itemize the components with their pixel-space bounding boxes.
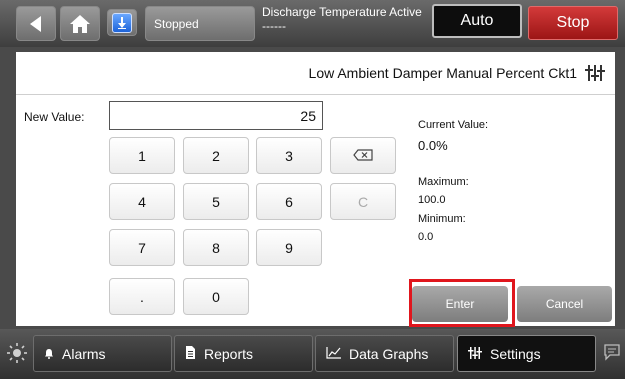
key-0[interactable]: 0 (183, 278, 249, 315)
tab-data-graphs[interactable]: Data Graphs (315, 335, 454, 372)
clear-key[interactable]: C (330, 183, 396, 220)
bottom-nav-bar: Alarms Reports Data Graphs Settings (0, 329, 625, 379)
settings-icon (585, 65, 605, 86)
tab-reports[interactable]: Reports (174, 335, 313, 372)
back-icon (29, 15, 43, 32)
key-9[interactable]: 9 (256, 229, 322, 266)
top-bar: Stopped Discharge Temperature Active ---… (0, 0, 625, 47)
tab-data-graphs-label: Data Graphs (349, 345, 429, 362)
key-7[interactable]: 7 (109, 229, 175, 266)
panel-header: Low Ambient Damper Manual Percent Ckt1 (16, 52, 615, 95)
home-icon (69, 14, 91, 34)
bell-icon (44, 346, 54, 362)
key-2[interactable]: 2 (183, 137, 249, 174)
tab-settings-label: Settings (490, 345, 541, 362)
tab-settings[interactable]: Settings (457, 335, 596, 372)
chat-icon[interactable] (603, 343, 621, 366)
key-4[interactable]: 4 (109, 183, 175, 220)
cancel-button[interactable]: Cancel (517, 286, 612, 322)
back-button[interactable] (16, 6, 56, 41)
current-value: 0.0% (418, 138, 448, 153)
key-6[interactable]: 6 (256, 183, 322, 220)
maximum-value: 100.0 (418, 194, 446, 206)
page-title: Low Ambient Damper Manual Percent Ckt1 (308, 65, 577, 81)
key-decimal[interactable]: . (109, 278, 175, 315)
discharge-value: ------ (262, 19, 286, 33)
key-8[interactable]: 8 (183, 229, 249, 266)
sun-icon[interactable] (6, 342, 28, 369)
new-value-label: New Value: (24, 110, 85, 124)
download-button[interactable] (107, 9, 137, 36)
unit-status-button[interactable]: Stopped (145, 6, 255, 41)
active-control-status: Discharge Temperature Active ------ (262, 5, 427, 43)
minimum-label: Minimum: (418, 213, 466, 225)
setting-edit-panel: Low Ambient Damper Manual Percent Ckt1 N… (16, 52, 615, 326)
new-value-input[interactable] (109, 101, 323, 130)
tab-alarms[interactable]: Alarms (33, 335, 172, 372)
report-icon (185, 345, 196, 362)
auto-button[interactable]: Auto (432, 4, 522, 38)
download-icon (112, 12, 132, 33)
key-1[interactable]: 1 (109, 137, 175, 174)
maximum-label: Maximum: (418, 176, 469, 188)
key-5[interactable]: 5 (183, 183, 249, 220)
settings-icon (468, 346, 482, 362)
key-3[interactable]: 3 (256, 137, 322, 174)
graph-icon (326, 346, 341, 362)
stop-button[interactable]: Stop (528, 6, 618, 40)
enter-button[interactable]: Enter (412, 286, 508, 322)
backspace-key[interactable] (330, 137, 396, 174)
tab-alarms-label: Alarms (62, 345, 106, 362)
home-button[interactable] (60, 6, 100, 41)
backspace-icon (353, 148, 373, 164)
current-value-label: Current Value: (418, 119, 489, 131)
discharge-title: Discharge Temperature Active (262, 5, 422, 19)
minimum-value: 0.0 (418, 231, 434, 243)
unit-status-label: Stopped (154, 16, 199, 31)
tab-reports-label: Reports (204, 345, 254, 362)
